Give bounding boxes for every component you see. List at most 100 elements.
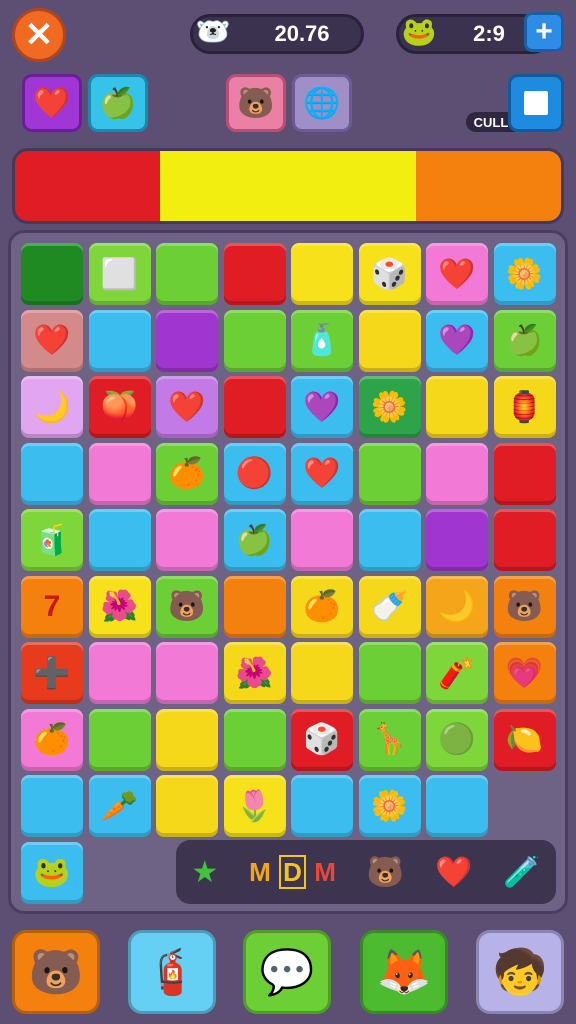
board-tile[interactable]: 🌼 [358,376,421,438]
board-tile[interactable] [358,442,421,505]
add-moves-button[interactable]: + [524,12,564,52]
board-tile[interactable] [88,309,151,372]
board-tile[interactable] [223,309,286,372]
board-tile[interactable]: 🌼 [358,775,421,837]
board-tile[interactable]: 🍊 [156,442,218,505]
board-tile[interactable] [426,442,488,505]
board-tile[interactable]: 🧨 [426,642,488,704]
board-tile[interactable] [358,642,421,704]
board-tile[interactable] [156,309,218,372]
board-tile[interactable]: 🎲 [291,708,353,771]
board-tile[interactable] [223,708,286,771]
board-tile[interactable] [291,642,353,704]
board-tile[interactable] [88,642,151,704]
tile-item-icon: 🍋 [505,723,544,756]
board-tile[interactable] [156,708,218,771]
board-tile[interactable]: 7 [21,575,83,638]
board-tile[interactable] [426,509,488,571]
board-tile[interactable]: 🍼 [358,575,421,638]
board-tile[interactable]: ⬜ [88,243,151,305]
tile-item-icon: 🟢 [438,723,476,756]
board-tile[interactable] [291,243,353,305]
board-tile[interactable]: 🎲 [358,243,421,305]
stop-button[interactable] [508,74,564,132]
board-tile[interactable] [291,775,353,837]
board-tile[interactable]: 🧃 [21,509,83,571]
tile-item-icon: ❤️ [33,324,71,357]
board-tile[interactable]: ❤️ [291,442,353,505]
powerup-fox-button[interactable]: 🦊 [360,930,448,1014]
booster-apple-slot[interactable]: 🍏 [88,74,148,132]
board-tile[interactable]: 🧴 [291,309,353,372]
board-tile[interactable]: 🐻 [156,575,218,638]
board-tile[interactable] [223,575,286,638]
bear-icon: 🐻 [366,855,405,889]
powerup-character-button[interactable]: 🧒 [476,930,564,1014]
board-tile[interactable]: 💗 [493,642,556,704]
tile-item-icon: 🐸 [33,856,71,889]
board-tile[interactable]: 🍋 [493,708,556,771]
board-tile[interactable]: 💜 [426,309,488,372]
close-button[interactable]: ✕ [12,8,66,62]
level-progress-bar [12,148,564,224]
bear-icon: 🐻 [237,86,275,120]
board-tile[interactable]: 🍊 [21,708,83,771]
board-tile[interactable]: 🏮 [493,376,556,438]
board-tile[interactable]: 🌺 [88,575,151,638]
board-tile[interactable]: ➕ [21,642,83,704]
tile-item-icon: 🍊 [303,590,341,623]
board-tile[interactable] [426,376,488,438]
board-tile[interactable]: 🌺 [223,642,286,704]
board-tile[interactable] [358,309,421,372]
board-tile[interactable] [426,775,488,837]
board-tile[interactable] [223,376,286,438]
board-tile[interactable]: ❤️ [156,376,218,438]
board-tile[interactable] [156,642,218,704]
board-tile[interactable]: 🌼 [493,243,556,305]
board-tile[interactable] [21,243,83,305]
booster-globe-slot[interactable]: 🌐 [292,74,352,132]
board-tile[interactable] [88,509,151,571]
board-tile[interactable] [358,509,421,571]
game-board: ⬜ 🎲 ❤️ 🌼 ❤️ 🧴 💜 🍏 🌙 🍑 ❤️ 💜 🌼 🏮 🍊 🔴 ❤️ 🧃 🍏 7 🌺 🐻 🍊 🍼 🌙 🐻 ➕ 🌺 🧨 💗 🍊 🎲 🦒 🟢 🍋 🥕… [8,230,568,914]
board-tile[interactable]: 💜 [291,376,353,438]
booster-heart-slot[interactable]: ❤️ [22,74,82,132]
board-tile[interactable] [223,243,286,305]
board-tile[interactable] [156,509,218,571]
tile-item-icon: 7 [43,589,61,623]
board-tile[interactable]: 🔴 [223,442,286,505]
board-tile[interactable]: 🍑 [88,376,151,438]
board-tile[interactable] [291,509,353,571]
board-tile[interactable] [493,442,556,505]
board-tile[interactable]: ❤️ [21,309,83,372]
board-tile[interactable] [21,442,83,505]
powerup-speech-button[interactable]: 💬 [243,930,331,1014]
tile-item-icon: 💗 [505,656,544,690]
board-tile[interactable]: 🍏 [223,509,286,571]
board-tile[interactable]: 🌷 [223,775,286,837]
board-tile[interactable] [493,509,556,571]
board-tile[interactable]: 🌙 [21,376,83,438]
board-tile[interactable]: 🐸 [21,841,83,904]
board-tile[interactable]: ❤️ [426,243,488,305]
board-tile[interactable]: 🍏 [493,309,556,372]
tile-item-icon: ➕ [33,656,71,690]
booster-bear-slot[interactable]: 🐻 [226,74,286,132]
progress-segment [159,151,417,221]
tile-item-icon: 🎲 [303,723,341,756]
board-tile[interactable]: 🐻 [493,575,556,638]
board-tile[interactable]: 🍊 [291,575,353,638]
tile-item-icon: 🐻 [505,590,544,623]
board-tile[interactable] [21,775,83,837]
board-tile[interactable] [88,708,151,771]
board-tile[interactable] [156,243,218,305]
board-tile[interactable]: 🌙 [426,575,488,638]
powerup-extinguisher-button[interactable]: 🧯 [128,930,216,1014]
board-tile[interactable]: 🦒 [358,708,421,771]
board-tile[interactable] [156,775,218,837]
board-tile[interactable] [88,442,151,505]
board-tile[interactable]: 🥕 [88,775,151,837]
tile-item-icon: 🍊 [33,723,71,756]
powerup-bear-button[interactable]: 🐻 [12,930,100,1014]
board-tile[interactable]: 🟢 [426,708,488,771]
